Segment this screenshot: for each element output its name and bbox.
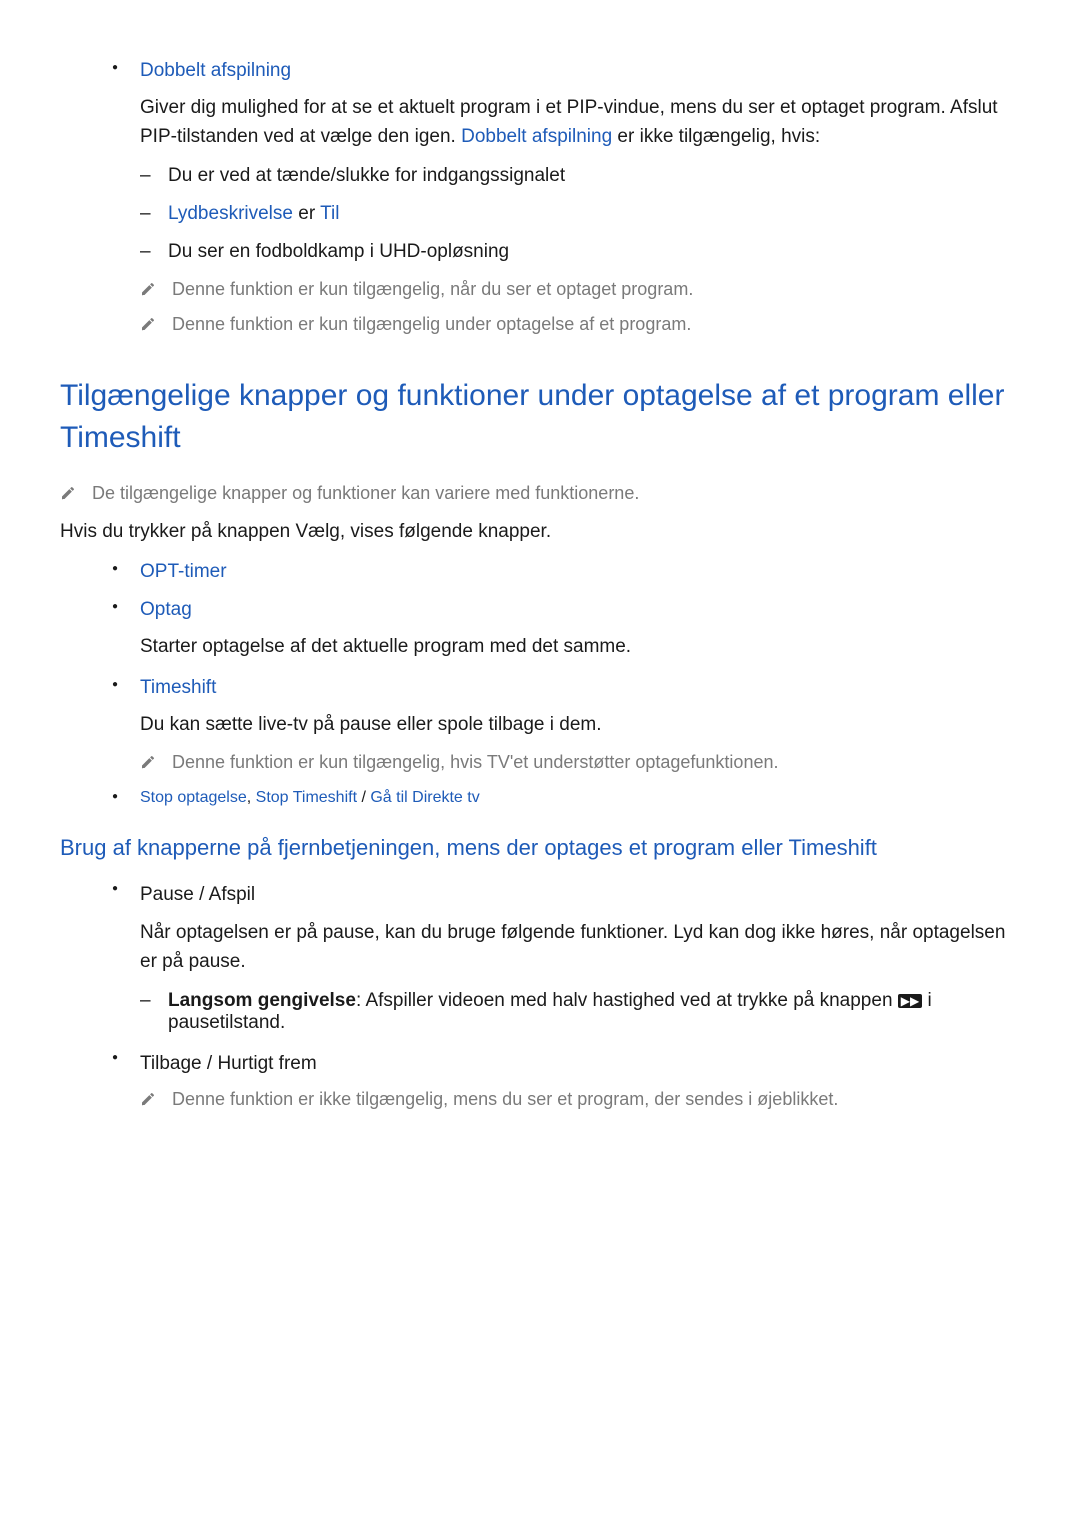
section-intro: Hvis du trykker på knappen Vælg, vises f…	[60, 518, 1020, 547]
button-label: Optag	[140, 599, 1020, 621]
note: Denne funktion er kun tilgængelig, hvis …	[140, 752, 1020, 773]
button-label: OPT-timer	[140, 561, 1020, 583]
pencil-icon	[140, 1091, 156, 1107]
button-label: Timeshift	[140, 677, 1020, 699]
button-label: Stop Timeshift	[256, 789, 357, 806]
pencil-icon	[60, 485, 76, 501]
sub-feature-list: Langsom gengivelse: Afspiller videoen me…	[140, 990, 1020, 1034]
feature-description: Giver dig mulighed for at se et aktuelt …	[140, 94, 1020, 151]
feature-title-plain: Tilbage / Hurtigt frem	[140, 1050, 1020, 1079]
button-label: Gå til Direkte tv	[370, 789, 479, 806]
subsection-heading: Brug af knapperne på fjernbetjeningen, m…	[60, 835, 1020, 861]
feature-list: Dobbelt afspilning Giver dig mulighed fo…	[112, 60, 1020, 335]
button-description: Starter optagelse af det aktuelle progra…	[140, 633, 1020, 662]
note-text: De tilgængelige knapper og funktioner ka…	[92, 483, 639, 503]
remote-rewind-forward: Tilbage / Hurtigt frem Denne funktion er…	[112, 1050, 1020, 1110]
note-text: Denne funktion er kun tilgængelig, når d…	[172, 279, 693, 299]
note: Denne funktion er kun tilgængelig, når d…	[140, 279, 1020, 300]
button-optag: Optag Starter optagelse af det aktuelle …	[112, 599, 1020, 662]
feature-dobbelt-afspilning: Dobbelt afspilning Giver dig mulighed fo…	[112, 60, 1020, 335]
button-description: Du kan sætte live-tv på pause eller spol…	[140, 711, 1020, 740]
inline-term-lydbeskrivelse: Lydbeskrivelse	[168, 203, 293, 224]
sub-feature-langsom: Langsom gengivelse: Afspiller videoen me…	[140, 990, 1020, 1034]
note: Denne funktion er ikke tilgængelig, mens…	[140, 1089, 1020, 1110]
note-text: Denne funktion er kun tilgængelig under …	[172, 314, 691, 334]
feature-title: Dobbelt afspilning	[140, 60, 1020, 82]
button-stop-options: Stop optagelse, Stop Timeshift / Gå til …	[112, 789, 1020, 807]
button-list: OPT-timer Optag Starter optagelse af det…	[112, 561, 1020, 807]
note-text: Denne funktion er kun tilgængelig, hvis …	[172, 752, 778, 772]
button-label: Stop optagelse	[140, 789, 247, 806]
button-opt-timer: OPT-timer	[112, 561, 1020, 583]
sub-feature-label: Langsom gengivelse	[168, 990, 356, 1011]
button-timeshift: Timeshift Du kan sætte live-tv på pause …	[112, 677, 1020, 773]
condition-list: Du er ved at tænde/slukke for indgangssi…	[140, 165, 1020, 263]
inline-term-dobbelt-afspilning: Dobbelt afspilning	[461, 126, 612, 147]
pencil-icon	[140, 754, 156, 770]
pencil-icon	[140, 316, 156, 332]
condition-item: Lydbeskrivelse er Til	[140, 203, 1020, 225]
fast-forward-icon: ▶▶	[898, 994, 922, 1008]
remote-button-list: Pause / Afspil Når optagelsen er på paus…	[112, 881, 1020, 1110]
pencil-icon	[140, 281, 156, 297]
note: Denne funktion er kun tilgængelig under …	[140, 314, 1020, 335]
inline-term-til: Til	[320, 203, 339, 224]
section-heading: Tilgængelige knapper og funktioner under…	[60, 375, 1020, 459]
remote-pause-play: Pause / Afspil Når optagelsen er på paus…	[112, 881, 1020, 1035]
feature-description: Når optagelsen er på pause, kan du bruge…	[140, 919, 1020, 976]
condition-item: Du ser en fodboldkamp i UHD-opløsning	[140, 241, 1020, 263]
note: De tilgængelige knapper og funktioner ka…	[60, 483, 1020, 504]
condition-item: Du er ved at tænde/slukke for indgangssi…	[140, 165, 1020, 187]
note-text: Denne funktion er ikke tilgængelig, mens…	[172, 1089, 838, 1109]
feature-title-plain: Pause / Afspil	[140, 881, 1020, 910]
